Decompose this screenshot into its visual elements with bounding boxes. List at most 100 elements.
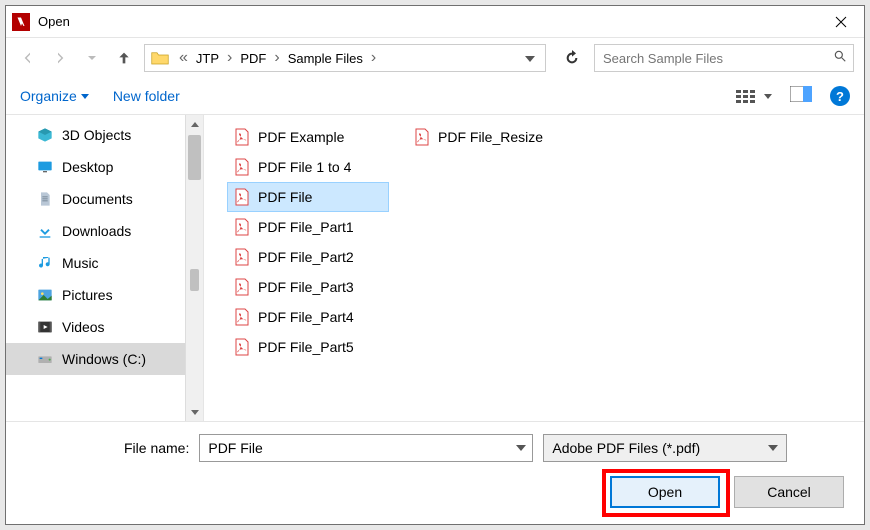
chevron-right-icon: › bbox=[270, 49, 283, 67]
breadcrumb[interactable]: « JTP › PDF › Sample Files › bbox=[144, 44, 546, 72]
filter-label: Adobe PDF Files (*.pdf) bbox=[552, 440, 700, 456]
chevron-right-icon: › bbox=[223, 49, 236, 67]
sidebar-item-label: Documents bbox=[62, 191, 133, 207]
file-item[interactable]: PDF File bbox=[228, 183, 388, 211]
filetype-filter[interactable]: Adobe PDF Files (*.pdf) bbox=[543, 434, 787, 462]
filename-combo[interactable] bbox=[199, 434, 533, 462]
new-folder-button[interactable]: New folder bbox=[113, 88, 180, 104]
pdf-icon bbox=[234, 158, 250, 176]
filename-input[interactable] bbox=[206, 439, 516, 457]
open-dialog: Open « JTP › PDF › Sample Files › bbox=[5, 5, 865, 525]
pdf-icon bbox=[414, 128, 430, 146]
file-label: PDF File_Part5 bbox=[258, 339, 354, 355]
breadcrumb-part[interactable]: Sample Files bbox=[286, 51, 365, 66]
titlebar: Open bbox=[6, 6, 864, 38]
sidebar-item-label: Pictures bbox=[62, 287, 113, 303]
file-item[interactable]: PDF File_Part5 bbox=[228, 333, 388, 361]
pdf-icon bbox=[234, 308, 250, 326]
sidebar-item-videos[interactable]: Videos bbox=[6, 311, 185, 343]
pdf-icon bbox=[234, 128, 250, 146]
refresh-button[interactable] bbox=[558, 44, 586, 72]
adobe-icon bbox=[12, 13, 30, 31]
pdf-icon bbox=[234, 248, 250, 266]
organize-button[interactable]: Organize bbox=[20, 88, 89, 104]
scroll-thumb[interactable] bbox=[190, 269, 199, 291]
breadcrumb-part[interactable]: PDF bbox=[238, 51, 268, 66]
close-button[interactable] bbox=[818, 7, 864, 37]
scroll-up-button[interactable] bbox=[186, 115, 203, 133]
pdf-icon bbox=[234, 188, 250, 206]
file-label: PDF File 1 to 4 bbox=[258, 159, 351, 175]
breadcrumb-prefix: « bbox=[175, 49, 192, 67]
view-button[interactable] bbox=[736, 88, 772, 104]
file-label: PDF Example bbox=[258, 129, 344, 145]
window-title: Open bbox=[38, 14, 818, 29]
organize-label: Organize bbox=[20, 88, 77, 104]
file-label: PDF File bbox=[258, 189, 312, 205]
sidebar-item-desktop[interactable]: Desktop bbox=[6, 151, 185, 183]
file-label: PDF File_Part3 bbox=[258, 279, 354, 295]
sidebar-item-label: Downloads bbox=[62, 223, 131, 239]
downloads-icon bbox=[36, 222, 54, 240]
sidebar-item-pictures[interactable]: Pictures bbox=[6, 279, 185, 311]
sidebar-item-3d[interactable]: 3D Objects bbox=[6, 119, 185, 151]
breadcrumb-part[interactable]: JTP bbox=[194, 51, 221, 66]
sidebar-scrollbar[interactable] bbox=[185, 115, 203, 421]
sidebar-item-label: Videos bbox=[62, 319, 105, 335]
pdf-icon bbox=[234, 218, 250, 236]
pictures-icon bbox=[36, 286, 54, 304]
chevron-down-icon bbox=[768, 445, 778, 451]
sidebar-item-label: Desktop bbox=[62, 159, 113, 175]
search-input[interactable] bbox=[601, 50, 833, 67]
documents-icon bbox=[36, 190, 54, 208]
search-box[interactable] bbox=[594, 44, 854, 72]
nav-row: « JTP › PDF › Sample Files › bbox=[6, 38, 864, 78]
folder-icon bbox=[149, 49, 171, 67]
file-label: PDF File_Part1 bbox=[258, 219, 354, 235]
file-item[interactable]: PDF File_Part4 bbox=[228, 303, 388, 331]
sidebar: 3D Objects Desktop Documents Downloads Music… bbox=[6, 115, 204, 421]
search-icon bbox=[833, 49, 847, 68]
scroll-down-button[interactable] bbox=[186, 403, 203, 421]
cancel-button[interactable]: Cancel bbox=[734, 476, 844, 508]
open-button[interactable]: Open bbox=[610, 476, 720, 508]
file-item[interactable]: PDF File_Part3 bbox=[228, 273, 388, 301]
file-item[interactable]: PDF File_Part2 bbox=[228, 243, 388, 271]
pdf-icon bbox=[234, 338, 250, 356]
file-item[interactable]: PDF Example bbox=[228, 123, 388, 151]
toolbar: Organize New folder ? bbox=[6, 78, 864, 114]
forward-button[interactable] bbox=[48, 46, 72, 70]
sidebar-item-label: Windows (C:) bbox=[62, 351, 146, 367]
file-item[interactable]: PDF File 1 to 4 bbox=[228, 153, 388, 181]
3d-icon bbox=[36, 126, 54, 144]
drive-icon bbox=[36, 350, 54, 368]
bottom-panel: File name: Adobe PDF Files (*.pdf) Open … bbox=[6, 421, 864, 524]
up-button[interactable] bbox=[112, 46, 136, 70]
file-item[interactable]: PDF File_Part1 bbox=[228, 213, 388, 241]
chevron-down-icon bbox=[516, 445, 526, 451]
scroll-thumb[interactable] bbox=[188, 135, 201, 180]
recent-dropdown[interactable] bbox=[80, 46, 104, 70]
file-label: PDF File_Resize bbox=[438, 129, 543, 145]
file-label: PDF File_Part2 bbox=[258, 249, 354, 265]
sidebar-item-documents[interactable]: Documents bbox=[6, 183, 185, 215]
breadcrumb-dropdown[interactable] bbox=[519, 49, 541, 67]
videos-icon bbox=[36, 318, 54, 336]
preview-pane-button[interactable] bbox=[790, 86, 812, 107]
sidebar-item-drive[interactable]: Windows (C:) bbox=[6, 343, 185, 375]
sidebar-item-label: Music bbox=[62, 255, 99, 271]
file-label: PDF File_Part4 bbox=[258, 309, 354, 325]
back-button[interactable] bbox=[16, 46, 40, 70]
help-button[interactable]: ? bbox=[830, 86, 850, 106]
pdf-icon bbox=[234, 278, 250, 296]
filename-label: File name: bbox=[124, 440, 189, 456]
chevron-right-icon: › bbox=[367, 49, 380, 67]
file-list[interactable]: PDF Example PDF File 1 to 4 PDF File PDF Fi… bbox=[204, 115, 864, 421]
sidebar-item-label: 3D Objects bbox=[62, 127, 131, 143]
main-area: 3D Objects Desktop Documents Downloads Music… bbox=[6, 114, 864, 421]
file-item[interactable]: PDF File_Resize bbox=[408, 123, 568, 151]
music-icon bbox=[36, 254, 54, 272]
sidebar-item-downloads[interactable]: Downloads bbox=[6, 215, 185, 247]
desktop-icon bbox=[36, 158, 54, 176]
sidebar-item-music[interactable]: Music bbox=[6, 247, 185, 279]
